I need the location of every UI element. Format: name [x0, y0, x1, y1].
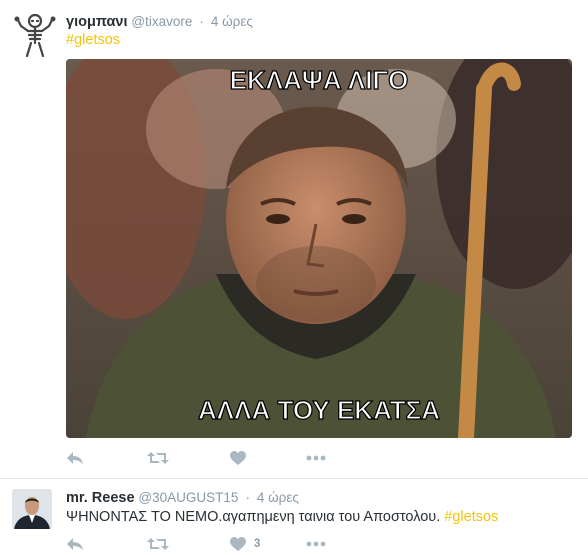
- reply-icon: [67, 452, 83, 464]
- tweet-media-image[interactable]: ΕΚΛΑΨΑ ΛΙΓΟ ΑΛΛΑ ΤΟΥ ΕΚΑΤΣΑ: [66, 59, 572, 438]
- more-button[interactable]: [306, 448, 326, 468]
- reply-button[interactable]: [66, 534, 84, 554]
- tweet-header: γιομπανι @tixavore · 4 ώρες: [66, 13, 253, 30]
- author-username[interactable]: @tixavore: [131, 14, 192, 29]
- meme-caption-top: ΕΚΛΑΨΑ ΛΙΓΟ: [230, 65, 409, 95]
- hashtag-link[interactable]: #gletsos: [66, 32, 120, 48]
- tweet-body-text: ΨΗΝΟΝΤΑΣ ΤΟ ΝΕΜΟ.αγαπημενη ταινια του Απ…: [66, 509, 445, 525]
- separator-dot: ·: [245, 489, 250, 505]
- meme-photo: ΕΚΛΑΨΑ ΛΙΓΟ ΑΛΛΑ ΤΟΥ ΕΚΑΤΣΑ: [66, 59, 572, 438]
- more-icon: [306, 455, 326, 461]
- like-button[interactable]: [230, 448, 246, 468]
- more-button[interactable]: [306, 534, 326, 554]
- avatar[interactable]: [12, 12, 58, 58]
- meme-caption-bottom: ΑΛΛΑ ΤΟΥ ΕΚΑΤΣΑ: [198, 395, 440, 425]
- more-icon: [306, 541, 326, 547]
- like-button[interactable]: 3: [230, 534, 260, 554]
- like-icon: [230, 450, 246, 465]
- tweet-timestamp[interactable]: 4 ώρες: [257, 490, 299, 505]
- skeleton-avatar-image: [14, 13, 56, 58]
- retweet-icon: [147, 452, 169, 464]
- avatar[interactable]: [12, 489, 52, 529]
- tweet-text: ΨΗΝΟΝΤΑΣ ΤΟ ΝΕΜΟ.αγαπημενη ταινια του Απ…: [66, 509, 498, 525]
- like-count: 3: [254, 538, 261, 550]
- author-name[interactable]: mr. Reese: [66, 490, 135, 506]
- author-username[interactable]: @30AUGUST15: [138, 490, 238, 505]
- author-name[interactable]: γιομπανι: [66, 14, 128, 30]
- tweet-text: #gletsos: [66, 32, 120, 48]
- separator-dot: ·: [199, 13, 204, 29]
- tweet-timestamp[interactable]: 4 ώρες: [211, 14, 253, 29]
- reply-icon: [67, 538, 83, 550]
- tweet[interactable]: mr. Reese @30AUGUST15 · 4 ώρες ΨΗΝΟΝΤΑΣ …: [0, 479, 588, 555]
- profile-photo: [12, 489, 52, 529]
- hashtag-link[interactable]: #gletsos: [444, 509, 498, 525]
- retweet-button[interactable]: [147, 448, 169, 468]
- retweet-icon: [147, 538, 169, 550]
- retweet-button[interactable]: [147, 534, 169, 554]
- tweet-header: mr. Reese @30AUGUST15 · 4 ώρες: [66, 489, 299, 506]
- tweet[interactable]: γιομπανι @tixavore · 4 ώρες #gletsos ΕΚΛ…: [0, 0, 588, 479]
- like-icon: [230, 536, 246, 551]
- reply-button[interactable]: [66, 448, 84, 468]
